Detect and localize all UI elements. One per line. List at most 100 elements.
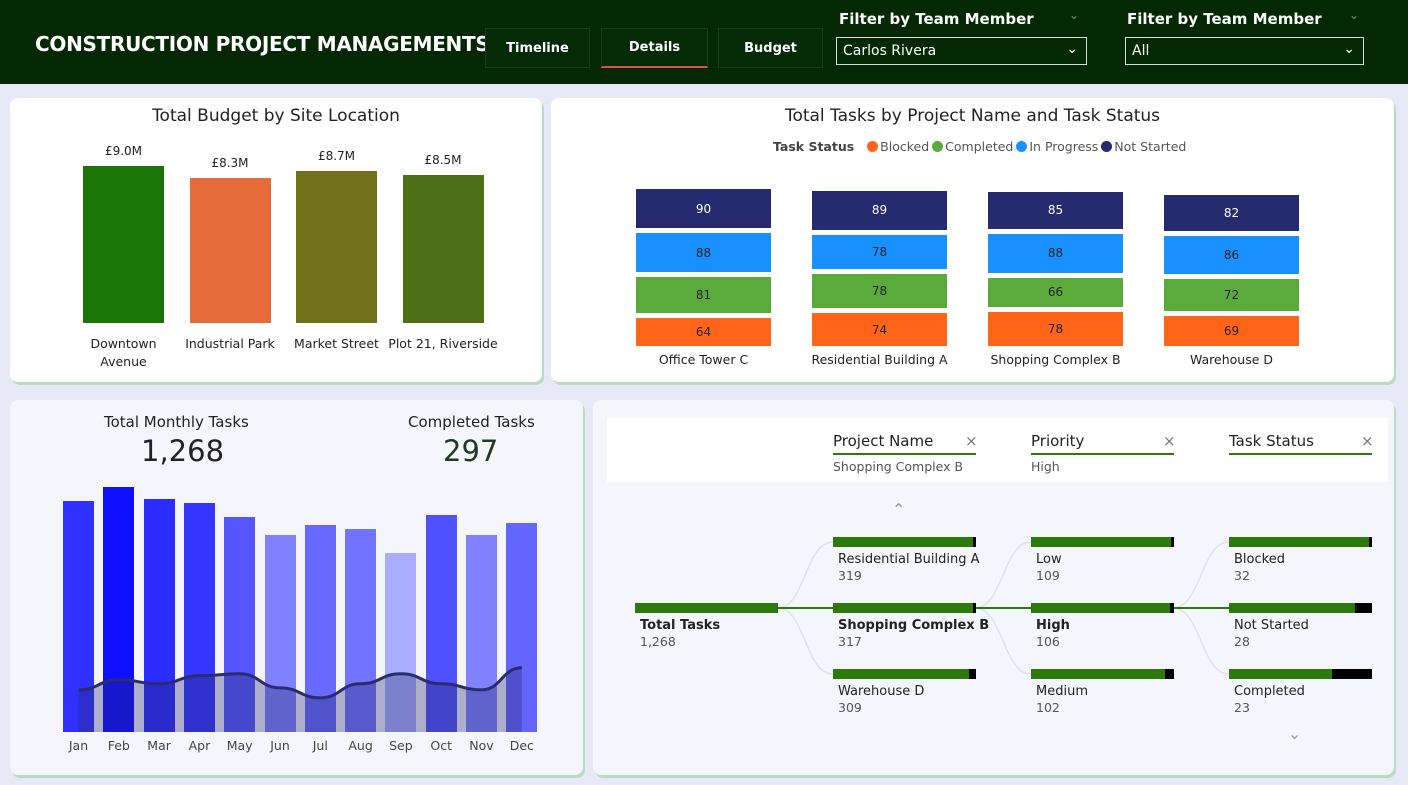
tree-node-label: Shopping Complex B [838, 618, 990, 633]
stacked-segment: 78 [812, 274, 947, 309]
legend-label: Blocked [880, 139, 930, 154]
legend-label: Completed [945, 139, 1014, 154]
tree-node-bar[interactable] [833, 669, 976, 679]
tree-node-label: Residential Building A [838, 552, 980, 567]
stacked-segment: 86 [1164, 236, 1299, 274]
tree-node-bar[interactable] [1031, 537, 1174, 547]
node-bar-remainder [969, 669, 976, 679]
tree-node-bar[interactable] [1031, 603, 1174, 613]
tree-node-value: 23 [1234, 700, 1250, 715]
budget-bar [296, 171, 377, 323]
level-name: Priority [1031, 432, 1085, 450]
node-bar-remainder [1369, 537, 1372, 547]
category-label: Office Tower C [658, 352, 749, 367]
month-bar [264, 535, 296, 732]
tree-node-label: Medium [1036, 684, 1088, 699]
top-bar: CONSTRUCTION PROJECT MANAGEMENTS Timelin… [0, 0, 1408, 84]
monthly-card: Total Monthly Tasks 1,268 Completed Task… [10, 400, 583, 775]
chevron-down-icon[interactable]: ⌄ [1349, 8, 1359, 22]
month-bar [183, 503, 215, 732]
month-label: Oct [430, 738, 452, 753]
tree-node-value: 106 [1036, 634, 1060, 649]
month-bar [63, 501, 94, 732]
tree-node-label: Warehouse D [838, 684, 925, 699]
chevron-down-icon[interactable]: ⌄ [1288, 724, 1301, 743]
budget-bar [189, 178, 271, 323]
tree-node-value: 319 [838, 568, 862, 583]
node-bar-remainder [1170, 603, 1174, 613]
level-underline [833, 453, 976, 455]
tree-node-label: Blocked [1234, 552, 1285, 567]
legend-item: In Progress [1016, 139, 1098, 154]
month-label: Dec [509, 738, 534, 753]
tree-node-bar[interactable] [1031, 669, 1174, 679]
stacked-segment: 88 [988, 233, 1123, 273]
tree-node-value: 102 [1036, 700, 1060, 715]
tree-node-value: 32 [1234, 568, 1250, 583]
tree-node-label: High [1036, 618, 1070, 633]
tree-node-bar[interactable] [1229, 537, 1372, 547]
month-bar [385, 553, 417, 732]
stacked-segment: 90 [636, 188, 771, 229]
tree-node-value: 1,268 [640, 634, 676, 649]
bar-value-label: £8.3M [211, 156, 249, 171]
node-bar-remainder [1332, 669, 1372, 679]
node-bar-remainder [1355, 603, 1372, 613]
stacked-segment: 69 [1164, 315, 1299, 346]
kpi-value: 297 [443, 434, 499, 468]
level-value: Shopping Complex B [833, 459, 964, 474]
legend-dot [867, 141, 879, 152]
kpi-label: Total Monthly Tasks [104, 413, 249, 431]
stacked-segment: 82 [1164, 195, 1299, 232]
tree-node-label: Completed [1234, 684, 1305, 699]
category-label: Plot 21, Riverside [388, 336, 498, 351]
level-name: Project Name [833, 432, 934, 450]
close-icon[interactable]: × [1361, 432, 1374, 450]
stacked-segment: 89 [812, 190, 947, 230]
category-label: Industrial Park [185, 336, 275, 351]
node-bar-remainder [1171, 537, 1174, 547]
filter-label: Filter by Team Member [1127, 10, 1322, 28]
month-label: Jun [270, 738, 290, 753]
tab-budget[interactable]: Budget [718, 28, 823, 68]
budget-bar [83, 166, 164, 323]
legend-label: In Progress [1029, 139, 1099, 154]
level-value: High [1031, 459, 1060, 474]
tree-node-bar[interactable] [833, 537, 976, 547]
tree-node-bar[interactable] [635, 603, 778, 613]
legend-item: Not Started [1101, 139, 1186, 154]
stacked-segment: 81 [636, 277, 771, 313]
tree-node-bar[interactable] [1229, 669, 1372, 679]
tab-details[interactable]: Details [601, 28, 708, 68]
month-bar [224, 517, 256, 732]
month-label: Mar [147, 738, 171, 753]
close-icon[interactable]: × [1163, 432, 1176, 450]
chart-title: Total Budget by Site Location [152, 106, 400, 126]
budget-bar [402, 174, 484, 323]
close-icon[interactable]: × [965, 432, 978, 450]
category-label: Residential Building A [811, 352, 948, 367]
bar-value-label: £8.5M [424, 152, 462, 167]
stacked-segment: 78 [812, 234, 947, 270]
month-label: May [226, 738, 253, 753]
tree-node-bar[interactable] [1229, 603, 1372, 613]
tree-node-bar[interactable] [833, 603, 976, 613]
month-label: Feb [107, 738, 130, 753]
node-bar-remainder [1165, 669, 1174, 679]
level-name: Task Status [1229, 432, 1314, 450]
bar-value-label: £8.7M [317, 149, 356, 164]
chevron-up-icon[interactable]: ⌃ [892, 500, 905, 519]
team-member-select[interactable]: All ⌄ [1125, 37, 1364, 65]
tab-timeline[interactable]: Timeline [485, 28, 590, 68]
month-label: Jul [312, 738, 328, 753]
tree-node-label: Low [1036, 552, 1062, 567]
chevron-down-icon[interactable]: ⌄ [1069, 8, 1079, 22]
category-label: Warehouse D [1189, 352, 1274, 367]
decomposition-levels: Project Name × Shopping Complex B Priori… [607, 418, 1388, 482]
tree-node-value: 317 [838, 634, 862, 649]
category-label: Downtown Avenue [90, 336, 157, 369]
chart-title: Total Tasks by Project Name and Task Sta… [784, 106, 1161, 126]
team-member-select[interactable]: Carlos Rivera ⌄ [836, 37, 1087, 65]
category-label: Shopping Complex B [990, 352, 1121, 367]
stacked-segment: 85 [988, 191, 1123, 229]
